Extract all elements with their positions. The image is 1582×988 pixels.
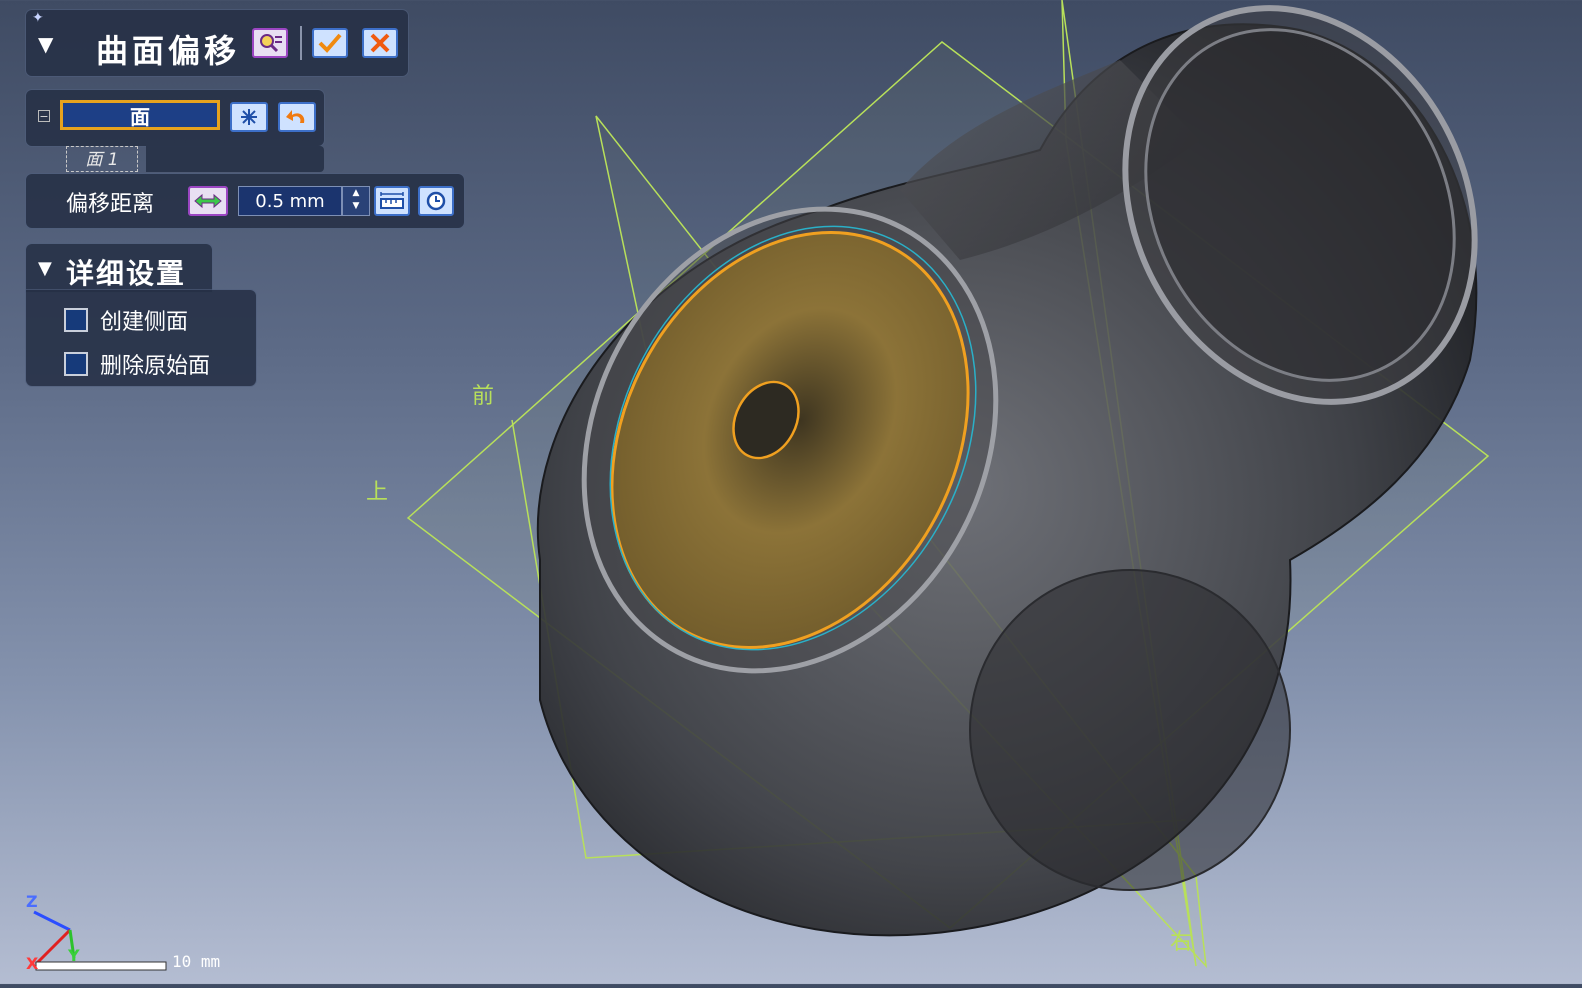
selected-face-item[interactable]: 面 1 — [66, 146, 138, 172]
face-selection-panel: − 面 — [26, 90, 324, 146]
create-side-face-label: 创建侧面 — [100, 310, 189, 335]
view-label-right: 右 — [1170, 930, 1193, 955]
offset-distance-input[interactable]: 0.5 mm — [238, 186, 342, 216]
option-delete-original-face[interactable]: 删除原始面 — [64, 348, 210, 380]
clock-options-icon — [426, 191, 446, 211]
offset-distance-stepper[interactable]: ▲ ▼ — [342, 186, 370, 216]
axis-y-label: Y — [68, 946, 80, 965]
pin-icon[interactable]: ✦ — [32, 10, 44, 26]
checkmark-icon — [318, 33, 342, 53]
view-label-front: 前 — [472, 384, 495, 409]
axis-x-label: X — [26, 954, 39, 973]
command-title: 曲面偏移 — [96, 32, 241, 70]
history-options-button[interactable] — [418, 186, 454, 216]
preview-magnifier-icon — [260, 34, 282, 53]
undo-selection-button[interactable] — [278, 102, 316, 132]
flip-direction-button[interactable] — [188, 186, 228, 216]
offset-distance-panel: 偏移距离 0.5 mm ▲ ▼ — [26, 174, 464, 228]
detail-settings-header[interactable]: ▼ 详细设置 — [26, 244, 212, 292]
create-side-face-checkbox[interactable] — [64, 308, 88, 332]
measure-distance-button[interactable] — [374, 186, 410, 216]
option-create-side-face[interactable]: 创建侧面 — [64, 304, 188, 336]
offset-distance-label: 偏移距离 — [66, 192, 155, 217]
detail-settings-body: 创建侧面 删除原始面 — [26, 290, 256, 386]
scale-bar — [35, 961, 167, 971]
toolbar-divider — [300, 26, 302, 60]
flip-arrows-icon — [194, 193, 222, 209]
tree-collapse-toggle[interactable]: − — [38, 110, 50, 122]
collapse-arrow-icon[interactable]: ▼ — [38, 32, 53, 56]
ok-button[interactable] — [312, 28, 348, 58]
scale-bar-label: 10 mm — [172, 952, 221, 971]
face-selector-field[interactable]: 面 — [60, 100, 220, 130]
command-title-bar: ✦ ▼ 曲面偏移 — [26, 10, 408, 76]
undo-icon — [286, 110, 305, 123]
cancel-x-icon — [370, 33, 390, 53]
selection-list-strip — [146, 146, 324, 172]
axis-z-label: Z — [26, 892, 38, 911]
view-label-top: 上 — [366, 480, 389, 505]
delete-original-face-label: 删除原始面 — [100, 354, 211, 379]
delete-original-face-checkbox[interactable] — [64, 352, 88, 376]
detail-collapse-arrow-icon[interactable]: ▼ — [38, 258, 52, 279]
multi-select-icon — [241, 109, 257, 125]
detail-settings-title: 详细设置 — [66, 257, 187, 290]
ruler-icon — [380, 192, 404, 209]
preview-button[interactable] — [252, 28, 288, 58]
select-all-button[interactable] — [230, 102, 268, 132]
cancel-button[interactable] — [362, 28, 398, 58]
